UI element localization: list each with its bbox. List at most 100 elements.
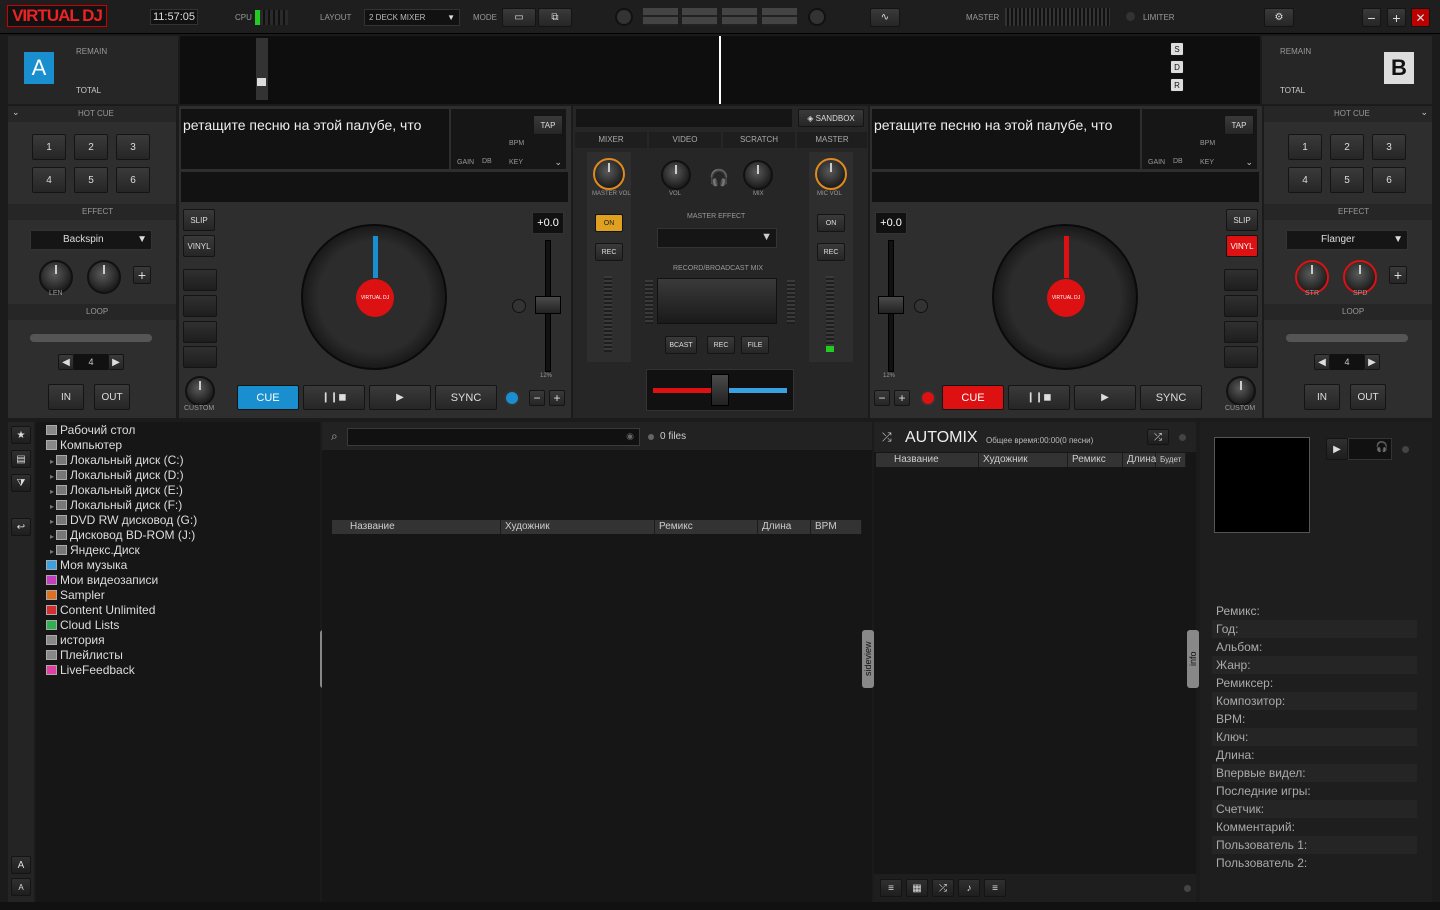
tree-item[interactable]: ▸ DVD RW дисковод (G:) xyxy=(36,513,320,528)
deck-b-total[interactable]: TOTAL xyxy=(1280,86,1305,95)
deck-a-mini-waveform[interactable] xyxy=(181,172,568,202)
hotcue-1-button[interactable]: 1 xyxy=(32,134,66,160)
search-icon[interactable]: ⌕ xyxy=(331,429,338,444)
pitch-minus-button[interactable]: − xyxy=(529,390,545,406)
hotcue-1-button[interactable]: 1 xyxy=(1288,134,1322,160)
deck-a-remain[interactable]: REMAIN xyxy=(76,47,107,56)
chevron-down-icon[interactable]: ⌄ xyxy=(1245,157,1253,168)
sync-button[interactable]: SYNC xyxy=(1140,385,1202,410)
waveform-s-button[interactable]: S xyxy=(1170,42,1184,56)
deck-b-indicator-icon[interactable] xyxy=(808,8,826,26)
hotcue-6-button[interactable]: 6 xyxy=(1372,167,1406,193)
hotcue-3-button[interactable]: 3 xyxy=(116,134,150,160)
microphone-icon[interactable]: ♪ xyxy=(958,879,980,897)
shuffle-icon[interactable]: ⤮ xyxy=(882,430,892,445)
font-size-small-icon[interactable]: A xyxy=(11,878,31,896)
col-title[interactable]: Название xyxy=(346,520,501,534)
footer-options-dot[interactable] xyxy=(1184,885,1191,892)
pad-button-4[interactable] xyxy=(1224,346,1258,368)
pause-button[interactable]: ❙❙◼ xyxy=(303,385,365,410)
col-remix[interactable]: Ремикс xyxy=(655,520,758,534)
pause-button[interactable]: ❙❙◼ xyxy=(1008,385,1070,410)
headphones-icon[interactable]: 🎧 xyxy=(709,168,729,188)
layout-select[interactable]: 2 DECK MIXER ▼ xyxy=(364,9,460,26)
loop-in-button[interactable]: IN xyxy=(1304,384,1340,410)
pitch-fader-handle[interactable] xyxy=(878,296,904,314)
view-toggle-2[interactable] xyxy=(682,8,717,26)
filter-icon[interactable]: ⧩ xyxy=(11,474,31,492)
shuffle-list-icon[interactable]: ⤮ xyxy=(932,879,954,897)
custom-knob[interactable] xyxy=(1226,376,1256,406)
back-icon[interactable]: ↩ xyxy=(11,518,31,536)
tap-button[interactable]: TAP xyxy=(1224,115,1254,135)
hotcue-5-button[interactable]: 5 xyxy=(1330,167,1364,193)
tree-item[interactable]: Content Unlimited xyxy=(36,603,320,618)
deck-b-jogwheel[interactable]: VIRTUAL DJ xyxy=(992,224,1138,370)
preview-play-button[interactable]: ▶ xyxy=(1326,438,1348,460)
tree-item[interactable]: Cloud Lists xyxy=(36,618,320,633)
vinyl-button[interactable]: VINYL xyxy=(1226,235,1258,257)
waveform-r-button[interactable]: R xyxy=(1170,78,1184,92)
info-tab[interactable]: info xyxy=(1187,630,1199,688)
view-toggle-3[interactable] xyxy=(722,8,757,26)
effect-add-button[interactable]: + xyxy=(133,266,151,284)
loop-bar[interactable] xyxy=(30,334,152,342)
effect-add-button[interactable]: + xyxy=(1389,266,1407,284)
settings-button[interactable]: ⚙ xyxy=(1264,8,1294,27)
collapse-icon[interactable]: ⌄ xyxy=(12,107,20,118)
deck-b-remain[interactable]: REMAIN xyxy=(1280,47,1311,56)
play-button[interactable]: ▶ xyxy=(1074,385,1136,410)
hotcue-2-button[interactable]: 2 xyxy=(74,134,108,160)
automix-options-dot[interactable] xyxy=(1179,434,1186,441)
left-rec-button[interactable]: REC xyxy=(595,243,623,261)
preview-bar[interactable]: 🎧 xyxy=(1348,438,1392,460)
grid-view-icon[interactable]: ▦ xyxy=(906,879,928,897)
hotcue-3-button[interactable]: 3 xyxy=(1372,134,1406,160)
loop-out-button[interactable]: OUT xyxy=(94,384,130,410)
loop-decrease-button[interactable]: ◀ xyxy=(1314,354,1330,370)
tree-item[interactable]: Моя музыка xyxy=(36,558,320,573)
view-toggle-4[interactable] xyxy=(762,8,797,26)
search-input[interactable]: ◉ xyxy=(347,428,640,446)
tree-item[interactable]: Плейлисты xyxy=(36,648,320,663)
slip-button[interactable]: SLIP xyxy=(1226,209,1258,231)
tree-item[interactable]: Sampler xyxy=(36,588,320,603)
sandbox-button[interactable]: ◈ SANDBOX xyxy=(798,109,864,127)
cue-button[interactable]: CUE xyxy=(942,385,1004,410)
effect-str-knob[interactable] xyxy=(1295,260,1329,294)
tree-item[interactable]: ▸ Дисковод BD-ROM (J:) xyxy=(36,528,320,543)
broadcast-button[interactable]: BCAST xyxy=(665,336,697,354)
folder-add-icon[interactable]: ▤ xyxy=(11,450,31,468)
deck-a-zoom-slider[interactable] xyxy=(256,38,268,100)
maximize-button[interactable]: + xyxy=(1387,8,1406,27)
pad-button-2[interactable] xyxy=(183,295,217,317)
minimize-button[interactable]: − xyxy=(1362,8,1381,27)
mixer-search-field[interactable] xyxy=(576,109,792,127)
col-remix[interactable]: Ремикс xyxy=(1068,453,1123,467)
automix-shuffle-button[interactable]: ⤮ xyxy=(1147,429,1169,445)
pad-button-2[interactable] xyxy=(1224,295,1258,317)
key-lock-icon[interactable] xyxy=(504,390,520,406)
col-next[interactable]: Будет и xyxy=(1156,453,1186,467)
collapse-icon[interactable]: ⌄ xyxy=(1420,107,1428,118)
hotcue-4-button[interactable]: 4 xyxy=(1288,167,1322,193)
tree-item[interactable]: ▸ Локальный диск (C:) xyxy=(36,453,320,468)
mix-knob[interactable] xyxy=(743,160,773,190)
tap-button[interactable]: TAP xyxy=(533,115,563,135)
col-artist[interactable]: Художник xyxy=(979,453,1068,467)
deck-b-song-info[interactable]: ретащите песню на этой палубе, что xyxy=(872,109,1140,169)
pitch-minus-button[interactable]: − xyxy=(874,390,890,406)
vinyl-button[interactable]: VINYL xyxy=(183,235,215,257)
info-options-dot[interactable] xyxy=(1402,446,1409,453)
deck-a-total[interactable]: TOTAL xyxy=(76,86,101,95)
effect-select[interactable]: Backspin ▼ xyxy=(30,230,152,250)
col-length[interactable]: Длина xyxy=(1123,453,1156,467)
tree-item[interactable]: история xyxy=(36,633,320,648)
sync-button[interactable]: SYNC xyxy=(435,385,497,410)
effect-spd-knob[interactable] xyxy=(1343,260,1377,294)
waveform-d-button[interactable]: D xyxy=(1170,60,1184,74)
view-toggle-1[interactable] xyxy=(643,8,678,26)
hotcue-6-button[interactable]: 6 xyxy=(116,167,150,193)
pad-button-1[interactable] xyxy=(183,269,217,291)
pad-button-3[interactable] xyxy=(183,321,217,343)
